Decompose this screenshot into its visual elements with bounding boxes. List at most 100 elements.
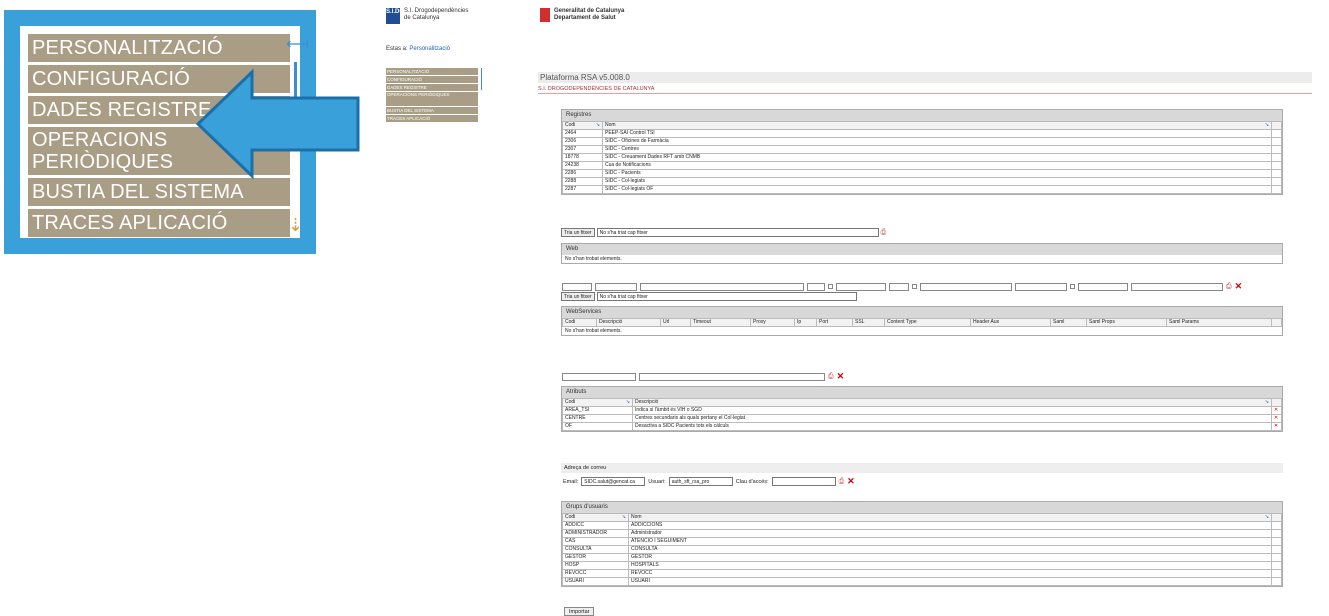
table-row[interactable]: CENTRE Centres secundaris als quals perta…: [562, 414, 1282, 423]
sort-icon[interactable]: ↘: [1265, 400, 1269, 406]
mail-row: Email: SIDC.salut@gencat.ca Usuari: auth…: [563, 476, 855, 487]
side-menu-item-dades-registre[interactable]: DADES REGISTRE: [386, 84, 478, 91]
delete-icon[interactable]: ✕: [1271, 422, 1282, 431]
table-row[interactable]: ADMINISTRADOR Administrador: [562, 529, 1282, 538]
web-checkbox-3[interactable]: [1070, 284, 1075, 289]
web-input-7[interactable]: [920, 282, 1012, 291]
side-menu: PERSONALITZACIÓ CONFIGURACIÓ DADES REGIS…: [386, 68, 478, 123]
zoom-menu-item-personalitzacio[interactable]: PERSONALITZACIÓ: [28, 34, 290, 62]
grups-panel: Grups d'usuaris Codi ↘ Nom ↘ ADDICC ADDICCI…: [561, 501, 1283, 587]
atribut-code-input[interactable]: [562, 372, 636, 381]
table-row[interactable]: 2464 PEEP-SAI Control TSI: [562, 129, 1282, 138]
col-header-codi[interactable]: Codi ↘: [562, 513, 629, 522]
atribut-description-input[interactable]: [639, 372, 825, 381]
collapse-left-icon[interactable]: ⟻: [286, 34, 309, 54]
col-header-saml-params[interactable]: Saml Params: [1166, 318, 1272, 327]
delete-icon[interactable]: ✕: [1271, 406, 1282, 415]
web-input-1[interactable]: [562, 282, 592, 291]
table-row[interactable]: 2286 SIDC - Pacients: [562, 169, 1282, 178]
import-button[interactable]: Importar: [564, 607, 595, 616]
choose-file-button[interactable]: Tria un fitxer: [561, 228, 595, 237]
col-header-ssl[interactable]: SSL: [852, 318, 885, 327]
generalitat-mark-icon: [540, 8, 550, 22]
col-header-timeout[interactable]: Timeout: [690, 318, 751, 327]
col-header-header-aux[interactable]: Header Aux: [970, 318, 1051, 327]
table-row[interactable]: 2306 SIDC - Oficines de Farmàcia: [562, 137, 1282, 146]
table-row[interactable]: CAS ATENCIÓ I SEGUIMENT: [562, 537, 1282, 546]
web-input-4[interactable]: [807, 282, 825, 291]
webservices-panel: WebServices Codi Descripció Url Timeout …: [561, 306, 1283, 336]
sort-icon[interactable]: ↘: [622, 515, 626, 521]
col-header-nom[interactable]: Nom ↘: [602, 121, 1272, 130]
choose-file-button[interactable]: Tria un fitxer: [561, 292, 595, 301]
col-header-url[interactable]: Url: [660, 318, 691, 327]
col-header-saml-props[interactable]: Saml Props: [1086, 318, 1167, 327]
col-header-descripcio[interactable]: Descripció ↘: [632, 398, 1272, 407]
breadcrumb-link[interactable]: Personalització: [409, 46, 450, 52]
web-input-8[interactable]: [1015, 282, 1067, 291]
side-menu-scroll[interactable]: [481, 68, 485, 90]
web-input-2[interactable]: [595, 282, 637, 291]
webservices-title: WebServices: [562, 307, 1282, 318]
zoom-menu-item-traces-aplicacio[interactable]: TRACES APLICACIÓ: [28, 209, 290, 237]
save-icon[interactable]: ⎙: [839, 478, 845, 486]
col-header-codi[interactable]: Codi: [562, 318, 597, 327]
table-row[interactable]: HOSP HOSPITALS: [562, 561, 1282, 570]
col-header-port[interactable]: Port: [816, 318, 853, 327]
web-empty-message: No s'han trobat elements.: [565, 256, 622, 262]
atributs-panel: Atributs Codi ↘ Descripció ↘ AREA_TSI Indic…: [561, 386, 1283, 432]
table-row[interactable]: GESTOR GESTOR: [562, 553, 1282, 562]
key-field[interactable]: [771, 477, 836, 486]
sort-icon[interactable]: ↘: [1265, 123, 1269, 129]
table-row[interactable]: ADDICC ADDICCIONS: [562, 521, 1282, 530]
col-header-codi[interactable]: Codi ↘: [562, 398, 633, 407]
sort-icon[interactable]: ↘: [596, 123, 600, 129]
col-header-ip[interactable]: Ip: [794, 318, 817, 327]
user-field[interactable]: auth_sft_rsa_pro: [668, 477, 733, 486]
side-menu-item-personalitzacio[interactable]: PERSONALITZACIÓ: [386, 68, 478, 75]
web-checkbox-2[interactable]: [912, 284, 917, 289]
col-header-codi[interactable]: Codi ↘: [562, 121, 603, 130]
side-menu-item-bustia[interactable]: BUSTIA DEL SISTEMA: [386, 107, 478, 114]
table-row[interactable]: 18778 SIDC - Creuament Dades RFT amb CNMB: [562, 153, 1282, 162]
table-row[interactable]: 2288 SIDC - Col·legiats: [562, 177, 1282, 186]
sort-icon[interactable]: ↘: [626, 400, 630, 406]
delete-icon[interactable]: ✕: [847, 476, 855, 487]
save-icon[interactable]: ⎙: [1226, 283, 1232, 291]
col-header-proxy[interactable]: Proxy: [750, 318, 795, 327]
email-field[interactable]: SIDC.salut@gencat.ca: [581, 477, 646, 486]
save-icon[interactable]: ⎙: [881, 229, 887, 237]
side-menu-item-operacions[interactable]: OPERACIONS PERIÒDIQUES: [386, 92, 478, 106]
table-row[interactable]: AREA_TSI Indica si l'àmbit és VIH o SGD ✕: [562, 406, 1282, 415]
table-row[interactable]: OF Desactiva a SIDC Pacients tots els càl…: [562, 422, 1282, 431]
col-header-nom[interactable]: Nom ↘: [628, 513, 1272, 522]
web-input-5[interactable]: [836, 282, 886, 291]
arrow-down-icon[interactable]: ⇣: [288, 215, 303, 236]
sidc-logo-mark: S.I.DC: [386, 8, 404, 24]
table-row[interactable]: 2307 SIDC - Centres: [562, 145, 1282, 154]
user-label: Usuari:: [648, 478, 666, 485]
delete-icon[interactable]: ✕: [837, 371, 845, 382]
col-header-content-type[interactable]: Content Type: [884, 318, 971, 327]
web-input-3[interactable]: [640, 282, 804, 291]
side-menu-item-traces[interactable]: TRACES APLICACIÓ: [386, 115, 478, 122]
col-header-descripcio[interactable]: Descripció: [596, 318, 661, 327]
save-icon[interactable]: ⎙: [828, 373, 834, 381]
table-row[interactable]: 24238 Cua de Notificacions: [562, 161, 1282, 170]
delete-icon[interactable]: ✕: [1235, 281, 1243, 292]
web-input-6[interactable]: [889, 282, 909, 291]
col-header-saml[interactable]: Saml: [1050, 318, 1087, 327]
table-row[interactable]: USUARI USUARI: [562, 577, 1282, 586]
delete-icon[interactable]: ✕: [1271, 414, 1282, 423]
atributs-title: Atributs: [562, 387, 1282, 398]
email-label: Email:: [563, 478, 579, 485]
table-row[interactable]: 2287 SIDC - Col·legiats OF: [562, 185, 1282, 194]
table-row[interactable]: REVOCC REVOCC: [562, 569, 1282, 578]
web-checkbox-1[interactable]: [828, 284, 833, 289]
web-panel: Web No s'han trobat elements.: [561, 243, 1283, 264]
web-input-10[interactable]: [1131, 282, 1223, 291]
web-input-9[interactable]: [1078, 282, 1128, 291]
sort-icon[interactable]: ↘: [1265, 515, 1269, 521]
table-row[interactable]: CONSULTA CONSULTA: [562, 545, 1282, 554]
side-menu-item-configuracio[interactable]: CONFIGURACIÓ: [386, 76, 478, 83]
